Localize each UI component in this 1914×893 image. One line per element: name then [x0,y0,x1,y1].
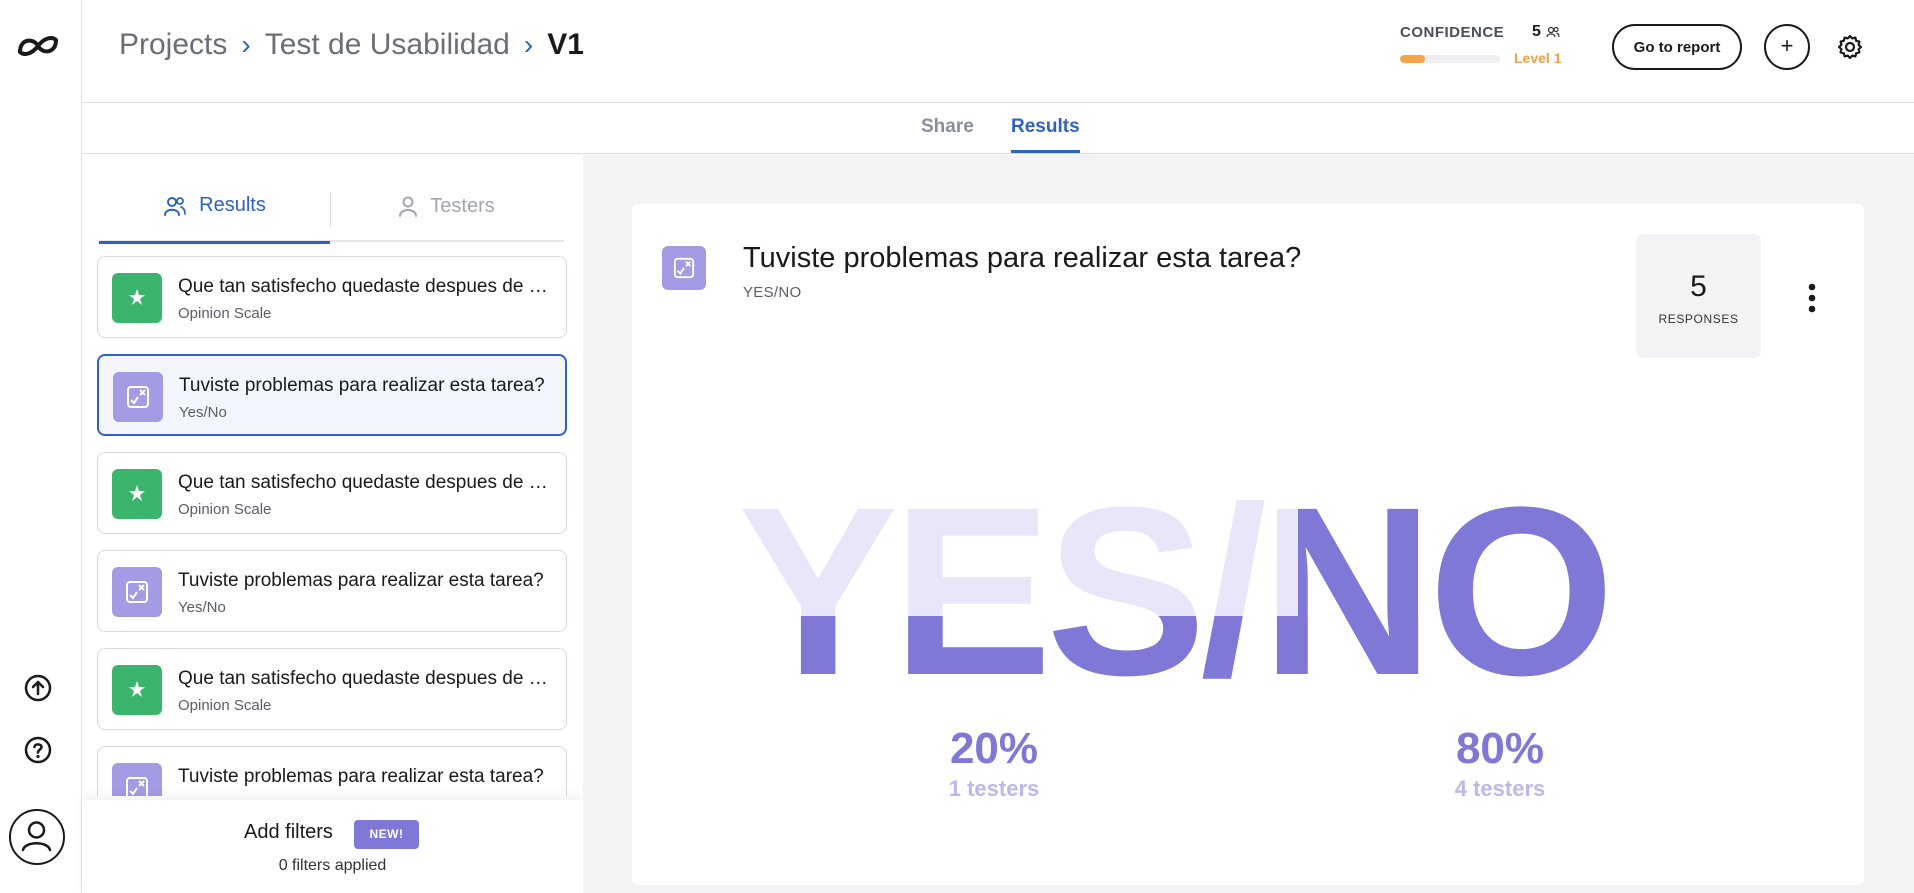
confidence-progress-fill [1400,55,1425,63]
question-type: Opinion Scale [178,501,272,518]
question-type: Yes/No [178,599,226,616]
star-icon [112,273,162,323]
star-icon [112,469,162,519]
question-card-selected[interactable]: Tuviste problemas para realizar esta tar… [97,354,567,436]
yes-testers: 1 testers [948,776,1040,801]
top-header: Projects › Test de Usabilidad › V1 CONFI… [82,0,1914,103]
chevron-right-icon: › [241,29,251,60]
responses-count: 5 [1690,270,1707,303]
go-to-report-button[interactable]: Go to report [1612,24,1742,70]
new-badge: NEW! [354,820,419,849]
question-type: Yes/No [179,404,227,421]
kebab-menu-icon[interactable] [1808,283,1816,313]
results-area: Tuviste problemas para realizar esta tar… [583,155,1914,893]
help-icon[interactable] [23,735,53,765]
question-title: Tuviste problemas para realizar esta tar… [178,570,544,591]
no-percent: 80% [1455,724,1545,773]
question-card[interactable]: Tuviste problemas para realizar esta tar… [97,550,567,632]
question-card[interactable]: Tuviste problemas para realizar esta tar… [97,746,567,796]
panel-tabs: Results Testers [99,170,564,244]
breadcrumb-projects[interactable]: Projects [119,28,227,62]
chevron-right-icon: › [523,29,534,60]
panel-tab-testers-label: Testers [430,194,495,217]
gear-icon[interactable] [1836,33,1864,61]
yes-no-icon [662,246,706,290]
confidence-label: CONFIDENCE [1400,24,1505,41]
yes-percent: 20% [949,724,1039,773]
yes-no-visual: YES/NO YES/NO YES/NO [738,466,1708,716]
panel-tab-results-label: Results [199,194,266,216]
result-question-title: Tuviste problemas para realizar esta tar… [743,242,1302,274]
star-icon [112,665,162,715]
no-result: 80% 4 testers [1400,724,1600,802]
result-card: Tuviste problemas para realizar esta tar… [632,204,1864,885]
question-title: Que tan satisfecho quedaste despues de r… [178,472,553,493]
question-title: Que tan satisfecho quedaste despues de r… [178,668,553,689]
confidence-level: Level 1 [1514,50,1562,66]
filters-applied: 0 filters applied [278,857,387,874]
user-icon [399,196,418,217]
question-type: Yes/No [178,795,226,796]
user-avatar[interactable] [9,809,65,865]
question-card[interactable]: Que tan satisfecho quedaste despues de r… [97,648,567,730]
breadcrumb-project[interactable]: Test de Usabilidad [265,28,510,62]
users-icon [164,196,187,216]
responses-label: RESPONSES [1658,312,1739,326]
tab-share[interactable]: Share [921,116,974,138]
add-button[interactable]: + [1764,24,1810,70]
question-card[interactable]: Que tan satisfecho quedaste despues de r… [97,452,567,534]
app-logo-icon[interactable] [14,30,62,62]
confidence-progress [1400,55,1500,63]
question-title: Tuviste problemas para realizar esta tar… [178,766,544,787]
yes-no-icon [113,372,163,422]
subtabs: Share Results [82,104,1914,154]
breadcrumb: Projects › Test de Usabilidad › V1 [119,28,584,62]
users-icon [1546,26,1560,38]
tester-count-value: 5 [1532,23,1541,40]
question-type: Opinion Scale [178,305,272,322]
breadcrumb-version: V1 [547,28,584,61]
question-card[interactable]: Que tan satisfecho quedaste despues de r… [97,256,567,338]
question-type: Opinion Scale [178,697,272,714]
tab-results[interactable]: Results [1011,116,1080,153]
yes-no-icon [112,567,162,617]
yes-result: 20% 1 testers [894,724,1094,802]
tester-count: 5 [1532,23,1560,41]
question-title: Que tan satisfecho quedaste despues de r… [178,276,553,297]
panel-tab-testers[interactable]: Testers [331,170,562,242]
result-question-type: YES/NO [743,284,802,301]
add-filters-label[interactable]: Add filters [244,821,333,844]
filters-bar[interactable]: Add filters NEW! 0 filters applied [82,800,583,893]
confidence-widget: CONFIDENCE 5 Level 1 [1400,22,1568,72]
questions-panel: Results Testers Que tan satisfecho queda… [82,155,583,893]
upload-icon[interactable] [23,673,53,703]
yes-no-icon [112,763,162,796]
question-list: Que tan satisfecho quedaste despues de r… [97,256,569,796]
side-rail [0,0,82,893]
question-title: Tuviste problemas para realizar esta tar… [179,375,545,396]
panel-tab-results[interactable]: Results [99,170,330,244]
user-icon [21,821,52,852]
responses-box: 5 RESPONSES [1636,234,1761,358]
no-testers: 4 testers [1454,776,1546,801]
